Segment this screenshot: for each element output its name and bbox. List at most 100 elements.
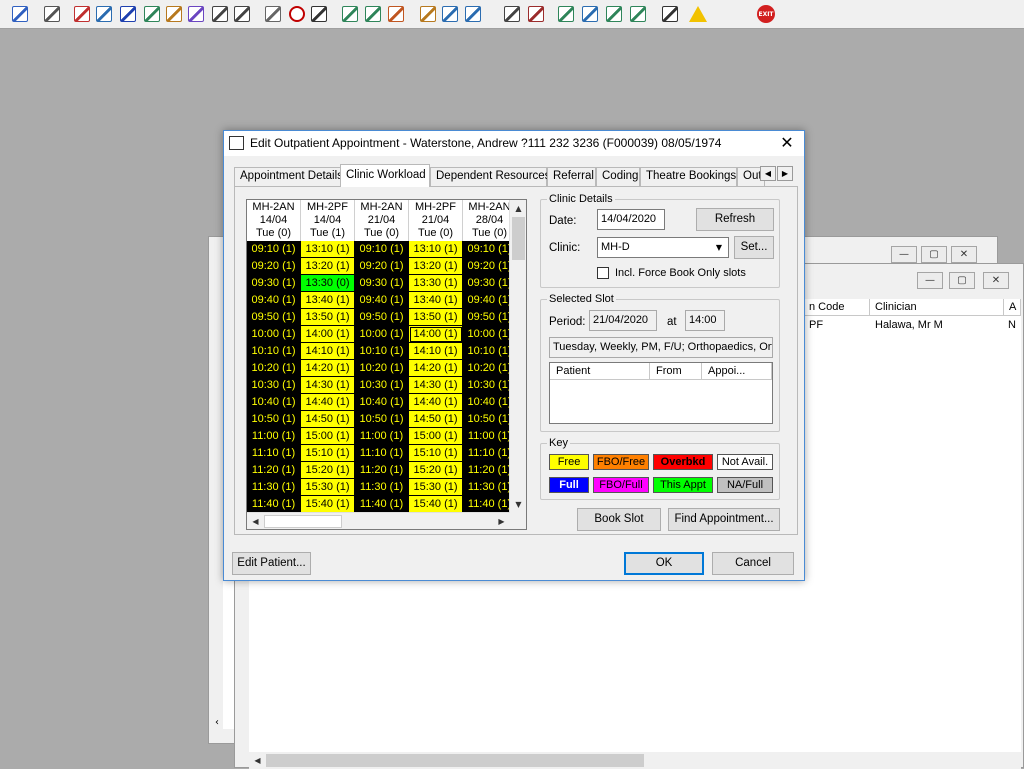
scroll-thumb[interactable] xyxy=(266,754,644,767)
slot-cell[interactable]: 10:00 (1) xyxy=(247,326,301,343)
slot-cell[interactable]: 14:00 (1) xyxy=(409,326,463,343)
slot-cell[interactable]: 09:50 (1) xyxy=(355,309,409,326)
slot-cell[interactable]: 10:40 (1) xyxy=(247,394,301,411)
slot-cell[interactable]: 09:50 (1) xyxy=(463,309,510,326)
slot-cell[interactable]: 15:10 (1) xyxy=(301,445,355,462)
chevron-down-icon[interactable]: ▼ xyxy=(711,239,727,256)
column-patient[interactable]: Patient xyxy=(550,363,650,380)
clock-icon[interactable] xyxy=(287,4,307,24)
slot-cell[interactable]: 09:40 (1) xyxy=(355,292,409,309)
slot-cell[interactable]: 11:40 (1) xyxy=(463,496,510,513)
swap-icon[interactable] xyxy=(660,4,680,24)
slot-cell[interactable]: 13:50 (1) xyxy=(409,309,463,326)
slot-cell[interactable]: 15:30 (1) xyxy=(409,479,463,496)
slot-cell[interactable]: 09:20 (1) xyxy=(355,258,409,275)
slot-cell[interactable]: 09:10 (1) xyxy=(463,241,510,258)
slot-cell[interactable]: 13:10 (1) xyxy=(409,241,463,258)
print-icon[interactable] xyxy=(42,4,62,24)
refresh-icon[interactable] xyxy=(386,4,406,24)
slot-cell[interactable]: 14:40 (1) xyxy=(409,394,463,411)
set-clinic-button[interactable]: Set... xyxy=(734,236,774,259)
slot-cell[interactable]: 14:10 (1) xyxy=(409,343,463,360)
slot-cell[interactable]: 14:20 (1) xyxy=(301,360,355,377)
slot-cell[interactable]: 11:00 (1) xyxy=(355,428,409,445)
slot-cell[interactable]: 13:20 (1) xyxy=(409,258,463,275)
slot-cell[interactable]: 11:00 (1) xyxy=(463,428,510,445)
notes-icon[interactable] xyxy=(186,4,206,24)
chart2-icon[interactable] xyxy=(232,4,252,24)
transfer-icon[interactable] xyxy=(463,4,483,24)
slot-patient-list[interactable]: Patient From Appoi... xyxy=(549,362,773,424)
tab-coding[interactable]: Coding xyxy=(596,167,640,186)
maximize-button[interactable]: ▢ xyxy=(921,246,947,263)
edit-patient-button[interactable]: Edit Patient... xyxy=(232,552,311,575)
grid-vertical-scrollbar[interactable]: ▲ ▼ xyxy=(509,200,526,513)
envelope-icon[interactable] xyxy=(263,4,283,24)
slot-cell[interactable]: 13:50 (1) xyxy=(301,309,355,326)
slot-cell[interactable]: 11:10 (1) xyxy=(247,445,301,462)
row-clinician[interactable]: Halawa, Mr M xyxy=(875,319,943,331)
book-icon[interactable] xyxy=(72,4,92,24)
edit-icon[interactable] xyxy=(94,4,114,24)
column-header[interactable]: A xyxy=(1004,299,1021,316)
exit-icon[interactable]: EXIT xyxy=(756,4,776,24)
slot-cell[interactable]: 09:50 (1) xyxy=(247,309,301,326)
slot-cell[interactable]: 10:30 (1) xyxy=(463,377,510,394)
scroll-left-icon[interactable]: ‹ xyxy=(215,717,219,728)
slot-cell[interactable]: 09:40 (1) xyxy=(463,292,510,309)
slot-cell[interactable]: 13:40 (1) xyxy=(409,292,463,309)
tab-theatre-bookings[interactable]: Theatre Bookings xyxy=(640,167,737,186)
check3-icon[interactable] xyxy=(628,4,648,24)
slot-cell[interactable]: 10:30 (1) xyxy=(247,377,301,394)
slot-cell[interactable]: 13:30 (0) xyxy=(301,275,355,292)
scroll-up-icon[interactable]: ▲ xyxy=(510,200,527,217)
slot-cell[interactable]: 15:00 (1) xyxy=(409,428,463,445)
slot-cell[interactable]: 09:30 (1) xyxy=(355,275,409,292)
grid-column-header[interactable]: MH-2AN 21/04 Tue (0) xyxy=(355,200,409,241)
warning-icon[interactable] xyxy=(688,4,708,24)
slot-cell[interactable]: 15:10 (1) xyxy=(409,445,463,462)
document-icon[interactable] xyxy=(502,4,522,24)
column-appointment[interactable]: Appoi... xyxy=(702,363,772,380)
note-icon[interactable] xyxy=(418,4,438,24)
slot-cell[interactable]: 11:10 (1) xyxy=(463,445,510,462)
scroll-thumb[interactable] xyxy=(264,515,342,528)
slot-cell[interactable]: 15:20 (1) xyxy=(301,462,355,479)
slot-cell[interactable]: 10:10 (1) xyxy=(247,343,301,360)
slot-cell[interactable]: 14:50 (1) xyxy=(409,411,463,428)
date-field[interactable]: 14/04/2020 xyxy=(597,209,665,230)
book-slot-button[interactable]: Book Slot xyxy=(577,508,661,531)
grid-column-header[interactable]: MH-2PF 21/04 Tue (0) xyxy=(409,200,463,241)
slot-cell[interactable]: 10:10 (1) xyxy=(463,343,510,360)
slot-cell[interactable]: 11:40 (1) xyxy=(247,496,301,513)
slot-cell[interactable]: 09:20 (1) xyxy=(463,258,510,275)
tab-dependent-resources[interactable]: Dependent Resources xyxy=(430,167,550,186)
force-book-checkbox[interactable] xyxy=(597,267,609,279)
bed-icon[interactable] xyxy=(440,4,460,24)
tab-scroll-left-icon[interactable]: ◀ xyxy=(760,166,776,181)
close-button[interactable]: ✕ xyxy=(951,246,977,263)
tab-referral[interactable]: Referral xyxy=(547,167,596,186)
slot-cell[interactable]: 14:40 (1) xyxy=(301,394,355,411)
row-extra[interactable]: N xyxy=(1008,319,1016,331)
slot-cell[interactable]: 11:30 (1) xyxy=(247,479,301,496)
slot-cell[interactable]: 10:40 (1) xyxy=(355,394,409,411)
slot-cell[interactable]: 10:50 (1) xyxy=(463,411,510,428)
slot-cell[interactable]: 10:50 (1) xyxy=(247,411,301,428)
slot-cell[interactable]: 09:20 (1) xyxy=(247,258,301,275)
slot-cell[interactable]: 10:20 (1) xyxy=(355,360,409,377)
slot-cell[interactable]: 11:20 (1) xyxy=(355,462,409,479)
slot-cell[interactable]: 10:20 (1) xyxy=(247,360,301,377)
slot-cell[interactable]: 10:40 (1) xyxy=(463,394,510,411)
maximize-button[interactable]: ▢ xyxy=(949,272,975,289)
slot-cell[interactable]: 14:10 (1) xyxy=(301,343,355,360)
slot-cell[interactable]: 15:00 (1) xyxy=(301,428,355,445)
slot-cell[interactable]: 10:00 (1) xyxy=(463,326,510,343)
slot-cell[interactable]: 11:20 (1) xyxy=(463,462,510,479)
slot-cell[interactable]: 14:50 (1) xyxy=(301,411,355,428)
slot-cell[interactable]: 14:30 (1) xyxy=(301,377,355,394)
slot-cell[interactable]: 13:10 (1) xyxy=(301,241,355,258)
row-code[interactable]: PF xyxy=(809,319,823,331)
find-appointment-button[interactable]: Find Appointment... xyxy=(668,508,780,531)
dialog-close-button[interactable]: ✕ xyxy=(770,131,804,156)
